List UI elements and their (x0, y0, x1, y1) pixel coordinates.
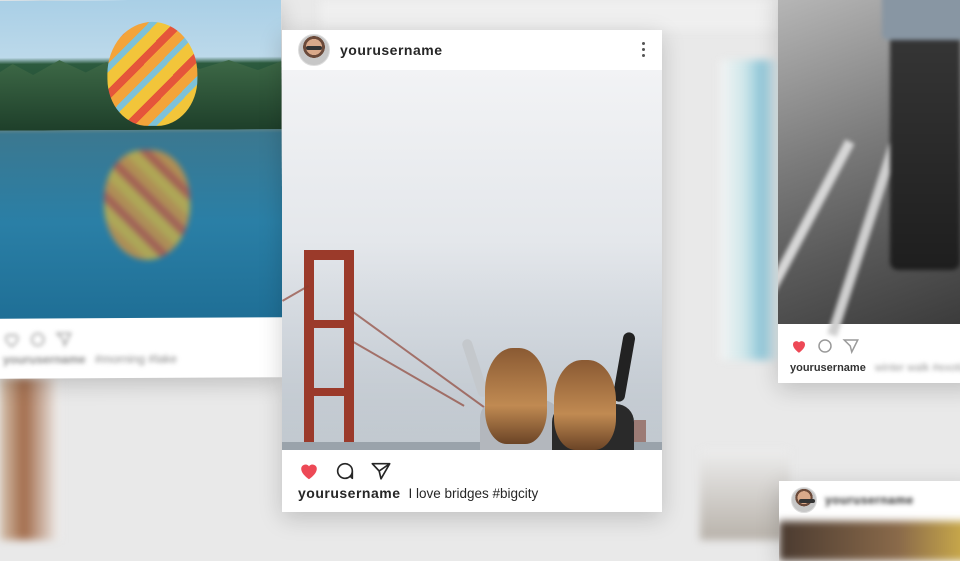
heart-icon[interactable] (790, 337, 808, 355)
main-post-card[interactable]: yourusername yourusername I love bridges… (282, 30, 662, 512)
caption-username[interactable]: yourusername (298, 485, 400, 501)
bottom-right-post-username[interactable]: yourusername (825, 493, 914, 507)
sweater-shape (882, 0, 960, 40)
main-post-caption: yourusername I love bridges #bigcity (298, 485, 538, 501)
background-panel-right-mid (720, 60, 780, 360)
right-post-actions (790, 337, 860, 355)
more-options-icon[interactable] (642, 42, 646, 60)
caption-text: I love bridges #bigcity (408, 486, 539, 501)
right-post-caption: yourusername winter walk #exotic (790, 362, 960, 374)
comment-icon[interactable] (816, 337, 834, 355)
comment-icon[interactable] (334, 460, 356, 482)
background-panel-bottom-right (700, 450, 790, 540)
left-post-caption-text: #morning #lake (94, 351, 178, 367)
right-post-card[interactable]: yourusername winter walk #exotic (778, 0, 960, 383)
right-post-username: yourusername (790, 362, 866, 374)
right-post-photo (778, 0, 960, 337)
send-icon[interactable] (842, 337, 860, 355)
bottom-right-post-photo (779, 521, 960, 561)
avatar[interactable] (298, 34, 330, 66)
main-post-header: yourusername (282, 30, 662, 70)
main-post-photo[interactable] (282, 70, 662, 450)
send-icon[interactable] (55, 330, 73, 348)
left-post-username: yourusername (2, 352, 86, 367)
left-post-photo (0, 0, 283, 319)
bottom-right-post-card[interactable]: yourusername (779, 481, 960, 561)
balloon-reflection-shape (103, 149, 191, 261)
main-post-username[interactable]: yourusername (340, 42, 442, 58)
bottom-right-post-header: yourusername (791, 487, 914, 513)
left-post-caption: yourusername #morning #lake (3, 352, 177, 367)
walking-person-shape (890, 0, 960, 270)
avatar[interactable] (791, 487, 817, 513)
comment-icon[interactable] (29, 330, 47, 348)
background-panel-center (320, 0, 780, 30)
main-post-footer: yourusername I love bridges #bigcity (282, 450, 662, 512)
main-post-actions (298, 460, 392, 482)
right-post-caption-text: winter walk #exotic (874, 362, 960, 374)
left-post-card[interactable]: yourusername #morning #lake (0, 0, 283, 379)
heart-icon[interactable] (3, 331, 21, 349)
background-panel-left-bottom (0, 378, 60, 540)
send-icon[interactable] (370, 460, 392, 482)
heart-icon[interactable] (298, 460, 320, 482)
left-post-actions (3, 330, 73, 348)
hot-air-balloon-shape (107, 21, 198, 127)
